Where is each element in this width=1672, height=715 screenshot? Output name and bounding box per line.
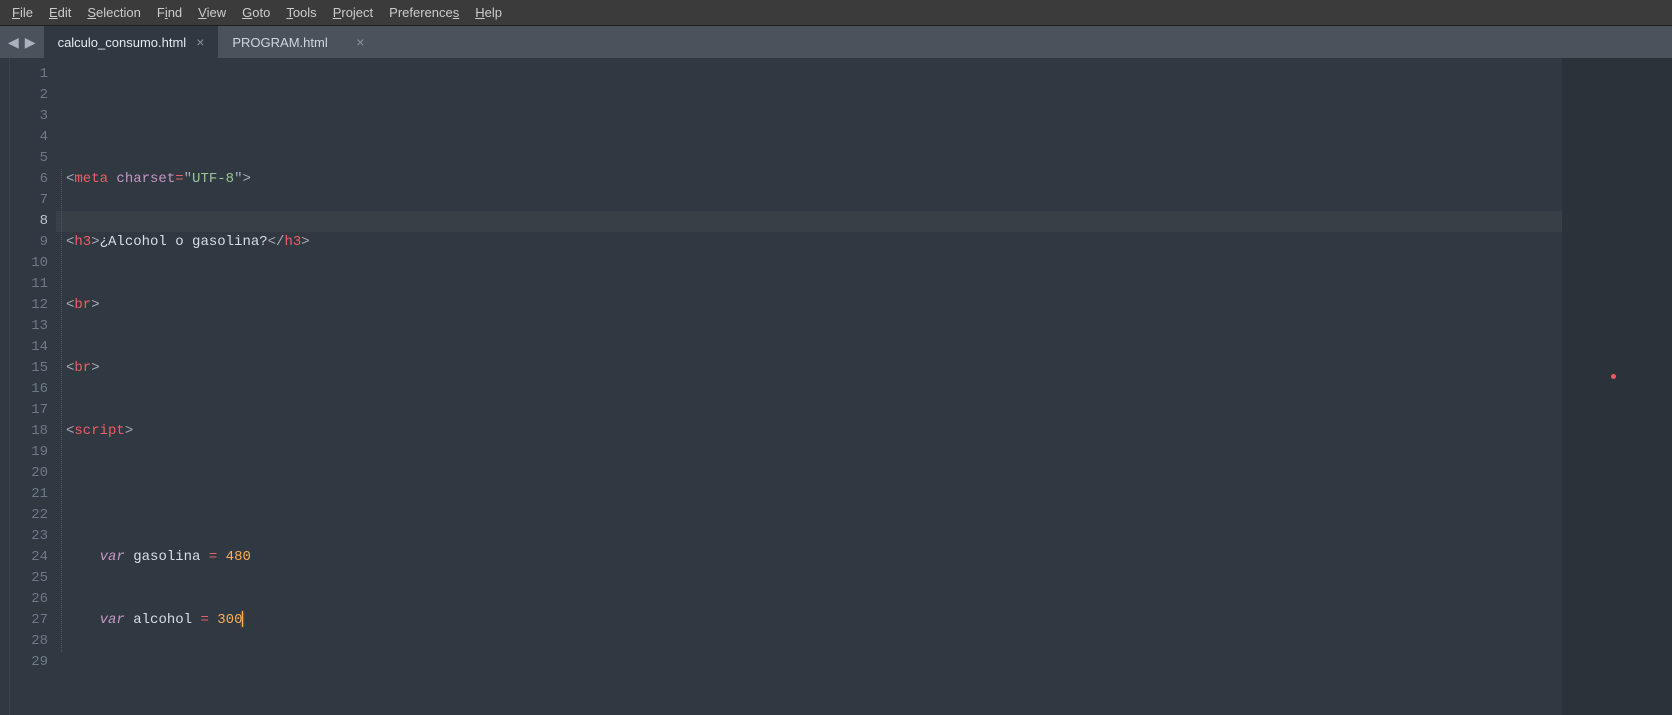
tabbar: ◀ ▶ calculo_consumo.html × PROGRAM.html …: [0, 26, 1672, 58]
tab-label: PROGRAM.html: [232, 35, 327, 50]
code-line: <br>: [56, 358, 1562, 379]
menu-file[interactable]: File: [4, 2, 41, 23]
code-line: [56, 484, 1562, 505]
tab-calculo-consumo[interactable]: calculo_consumo.html ×: [44, 26, 219, 58]
lint-marker-icon: [1611, 374, 1616, 379]
editor[interactable]: 1234567891011121314151617181920212223242…: [0, 58, 1672, 715]
code-line: var gasolina = 480: [56, 547, 1562, 568]
fold-rail: [0, 58, 10, 715]
code-area[interactable]: <meta charset="UTF-8"> <h3>¿Alcohol o ga…: [56, 58, 1562, 715]
menu-project[interactable]: Project: [325, 2, 381, 23]
nav-back-icon[interactable]: ◀: [8, 34, 19, 51]
tab-label: calculo_consumo.html: [58, 35, 187, 50]
code-line: <meta charset="UTF-8">: [56, 169, 1562, 190]
nav-forward-icon[interactable]: ▶: [25, 34, 36, 51]
menu-goto[interactable]: Goto: [234, 2, 278, 23]
code-line: [56, 673, 1562, 694]
menu-tools[interactable]: Tools: [278, 2, 324, 23]
text-cursor: [242, 611, 243, 627]
menu-find[interactable]: Find: [149, 2, 190, 23]
gutter: 1234567891011121314151617181920212223242…: [10, 58, 56, 715]
code-line: var alcohol = 300: [56, 610, 1562, 631]
menubar: File Edit Selection Find View Goto Tools…: [0, 0, 1672, 26]
menu-edit[interactable]: Edit: [41, 2, 79, 23]
nav-arrows: ◀ ▶: [0, 26, 44, 58]
code-line: <script>: [56, 421, 1562, 442]
tab-program[interactable]: PROGRAM.html ×: [218, 26, 378, 58]
menu-view[interactable]: View: [190, 2, 234, 23]
menu-selection[interactable]: Selection: [79, 2, 148, 23]
menu-preferences[interactable]: Preferences: [381, 2, 467, 23]
code-line: <h3>¿Alcohol o gasolina?</h3>: [56, 232, 1562, 253]
menu-help[interactable]: Help: [467, 2, 510, 23]
close-icon[interactable]: ×: [196, 35, 204, 49]
close-icon[interactable]: ×: [356, 35, 364, 49]
current-line-highlight: [56, 211, 1562, 232]
minimap[interactable]: [1562, 58, 1672, 715]
code-line: <br>: [56, 295, 1562, 316]
